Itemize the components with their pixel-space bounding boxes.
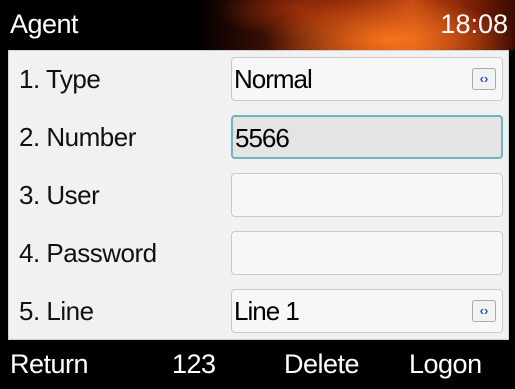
softkey-bar: Return 123 Delete Logon (0, 340, 515, 389)
user-label: 3. User (19, 180, 100, 210)
number-value: 5566 (235, 123, 290, 153)
phone-screen: Agent 18:08 1. Type Normal ‹› 2. Number … (0, 0, 515, 389)
agent-form: 1. Type Normal ‹› 2. Number 5566 3. User… (8, 50, 509, 340)
title-bar: Agent 18:08 (0, 0, 515, 50)
left-right-arrows-icon[interactable]: ‹› (472, 68, 496, 90)
type-label: 1. Type (19, 64, 101, 94)
left-right-arrows-icon[interactable]: ‹› (472, 300, 496, 322)
return-softkey[interactable]: Return (10, 349, 89, 380)
delete-softkey[interactable]: Delete (284, 349, 360, 380)
type-value: Normal (234, 64, 313, 94)
line-label: 5. Line (19, 296, 94, 326)
form-row-number: 2. Number 5566 (9, 109, 510, 167)
logon-softkey[interactable]: Logon (409, 349, 482, 380)
password-label: 4. Password (19, 238, 157, 268)
user-input[interactable] (231, 173, 503, 217)
type-select[interactable]: Normal ‹› (231, 57, 503, 101)
page-title: Agent (10, 9, 79, 39)
password-input[interactable] (231, 231, 503, 275)
clock: 18:08 (440, 9, 508, 39)
line-value: Line 1 (234, 296, 300, 326)
form-row-type: 1. Type Normal ‹› (9, 51, 510, 109)
number-label: 2. Number (19, 122, 136, 152)
form-row-password: 4. Password (9, 225, 510, 283)
input-mode-softkey[interactable]: 123 (172, 349, 216, 380)
line-select[interactable]: Line 1 ‹› (231, 289, 503, 333)
form-row-line: 5. Line Line 1 ‹› (9, 283, 510, 341)
form-row-user: 3. User (9, 167, 510, 225)
number-input[interactable]: 5566 (231, 115, 503, 159)
